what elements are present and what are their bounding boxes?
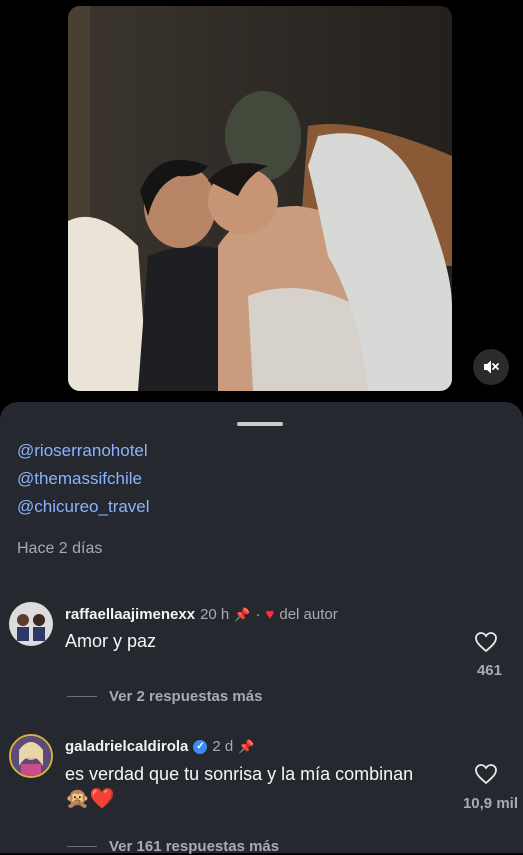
mention-link[interactable]: @chicureo_travel xyxy=(17,497,150,517)
author-like-label: del autor xyxy=(279,606,338,623)
view-replies-button[interactable]: Ver 2 respuestas más xyxy=(67,688,262,705)
avatar[interactable] xyxy=(9,602,53,646)
comments-sheet: @rioserranohotel @themassifchile @chicur… xyxy=(0,402,523,855)
pin-icon: 📌 xyxy=(238,738,255,754)
author-liked-heart-icon: ♥ xyxy=(265,606,275,623)
comment-emojis: 🙊❤️ xyxy=(65,788,115,810)
comment-time: 2 d xyxy=(212,738,234,755)
comment-time: 20 h xyxy=(200,606,230,623)
speaker-muted-icon xyxy=(484,360,499,374)
post-photo[interactable] xyxy=(68,6,452,391)
mention-link[interactable]: @themassifchile xyxy=(17,469,142,489)
mute-button[interactable] xyxy=(473,349,509,385)
view-replies-button[interactable]: Ver 161 respuestas más xyxy=(67,838,279,855)
view-replies-label: Ver 161 respuestas más xyxy=(109,838,280,855)
like-count: 461 xyxy=(476,662,502,679)
comment-text: Amor y paz xyxy=(65,631,157,651)
comment-header: galadrielcaldirola ✓ 2 d 📌 xyxy=(65,738,254,755)
sheet-drag-handle[interactable] xyxy=(237,422,283,426)
separator-dot: · xyxy=(255,606,261,623)
comment-username[interactable]: galadrielcaldirola xyxy=(65,738,188,755)
avatar[interactable] xyxy=(9,734,53,778)
mention-link[interactable]: @rioserranohotel xyxy=(17,441,148,461)
comment-header: raffaellaajimenexx 20 h 📌 · ♥ del autor xyxy=(65,606,338,623)
replies-divider xyxy=(67,696,97,697)
replies-divider xyxy=(67,846,97,847)
comment-username[interactable]: raffaellaajimenexx xyxy=(65,606,195,623)
verified-badge-icon: ✓ xyxy=(193,739,208,754)
view-replies-label: Ver 2 respuestas más xyxy=(109,688,263,705)
like-heart-icon[interactable] xyxy=(474,763,498,785)
post-timestamp: Hace 2 días xyxy=(17,540,103,557)
like-heart-icon[interactable] xyxy=(474,631,498,653)
like-count: 10,9 mil xyxy=(462,795,518,812)
comment-text: es verdad que tu sonrisa y la mía combin… xyxy=(65,764,414,784)
pin-icon: 📌 xyxy=(234,606,251,622)
